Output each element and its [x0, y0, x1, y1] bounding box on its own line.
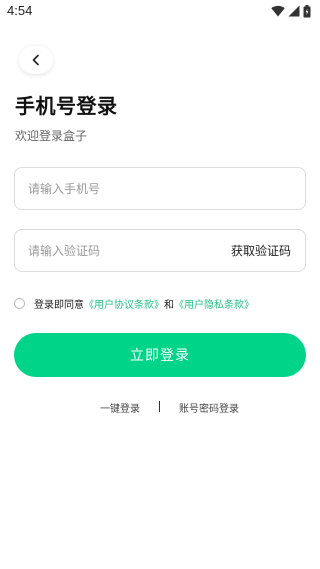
agreement-prefix: 登录即同意	[34, 299, 84, 311]
verification-code-input[interactable]	[28, 243, 231, 258]
login-screen: 4:54 手机号登录 欢迎登录盒子 请输入手机号 请输入验证码 获取验证码 登录…	[0, 0, 320, 569]
user-agreement-link[interactable]: 《用户协议条款》	[84, 296, 164, 311]
page-subtitle: 欢迎登录盒子	[15, 129, 88, 143]
agreement-row: 登录即同意 《用户协议条款》 和 《用户隐私条款》	[14, 295, 254, 311]
get-code-button[interactable]: 获取验证码	[231, 242, 291, 259]
alternate-login-links: 一键登录 账号密码登录	[0, 399, 320, 415]
one-click-login-link[interactable]: 一键登录	[100, 400, 140, 415]
wifi-icon	[271, 5, 285, 17]
link-divider	[159, 401, 160, 412]
agreement-conjunction: 和	[164, 299, 174, 311]
status-time: 4:54	[7, 3, 33, 18]
privacy-policy-link[interactable]: 《用户隐私条款》	[174, 296, 254, 311]
battery-icon	[303, 4, 311, 18]
phone-field	[14, 167, 306, 210]
chevron-left-icon	[31, 51, 41, 70]
status-bar: 4:54	[0, 0, 320, 22]
phone-input[interactable]	[28, 181, 291, 196]
verification-code-field: 获取验证码	[14, 229, 306, 272]
password-login-link[interactable]: 账号密码登录	[179, 400, 239, 415]
agree-checkbox[interactable]	[14, 297, 25, 309]
status-icons	[271, 4, 311, 18]
page-title: 手机号登录	[15, 94, 118, 118]
back-button[interactable]	[19, 46, 53, 74]
login-button[interactable]: 立即登录	[14, 333, 306, 377]
signal-icon	[288, 5, 300, 17]
